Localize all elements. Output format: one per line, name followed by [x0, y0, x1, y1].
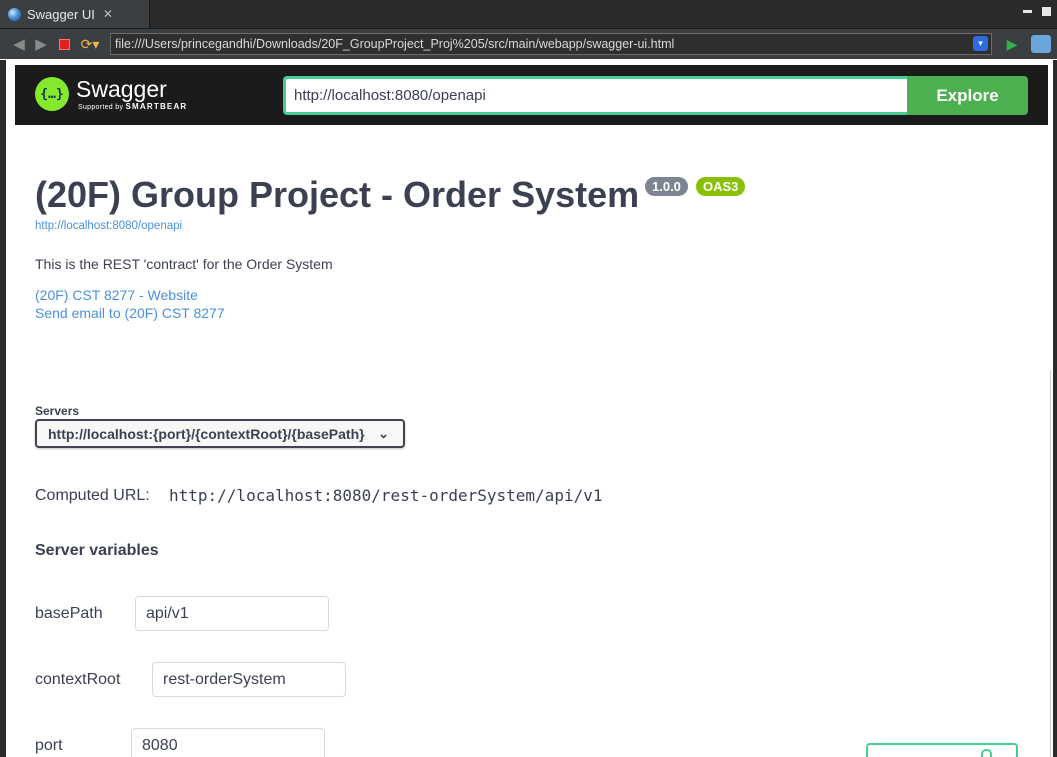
swagger-logo[interactable]: {…} Swagger Supported by SMARTBEAR	[35, 77, 187, 111]
minimize-icon[interactable]	[1023, 10, 1032, 13]
browser-extension-icon[interactable]	[1030, 34, 1052, 54]
go-icon[interactable]: ▶	[1003, 34, 1021, 54]
swagger-logo-tagline: Supported by SMARTBEAR	[78, 102, 187, 111]
api-title: (20F) Group Project - Order System	[35, 174, 640, 215]
port-input[interactable]	[131, 728, 325, 757]
viewport-right-edge	[1053, 60, 1057, 757]
back-arrow-icon[interactable]: ◀	[10, 34, 28, 54]
editor-tab-label: Swagger UI	[27, 6, 95, 22]
swagger-logo-name: Swagger	[76, 76, 167, 102]
api-url-input[interactable]	[283, 76, 907, 115]
logo-supported-by: Supported by	[78, 104, 124, 111]
oas3-badge: OAS3	[696, 177, 746, 196]
servers-select[interactable]: http://localhost:{port}/{contextRoot}/{b…	[35, 419, 405, 448]
server-variable-name-port: port	[35, 737, 63, 754]
forward-arrow-icon[interactable]: ▶	[32, 34, 50, 54]
window-controls	[1023, 4, 1051, 16]
authorize-button[interactable]	[866, 743, 1018, 757]
url-history-dropdown-icon[interactable]: ▾	[973, 36, 988, 51]
swagger-topbar: {…} Swagger Supported by SMARTBEAR Explo…	[15, 65, 1048, 125]
swagger-logo-icon: {…}	[35, 77, 69, 111]
refresh-icon[interactable]: ⟳▾	[78, 34, 102, 54]
version-badge: 1.0.0	[645, 177, 688, 196]
explore-form: Explore	[283, 76, 1028, 115]
computed-url-label: Computed URL:	[35, 487, 150, 504]
servers-label: Servers	[35, 404, 80, 418]
explore-button[interactable]: Explore	[907, 76, 1028, 115]
website-link[interactable]: (20F) CST 8277 - Website	[35, 287, 198, 303]
viewport-left-edge	[0, 60, 6, 757]
contact-email-link[interactable]: Send email to (20F) CST 8277	[35, 305, 225, 321]
server-variables-heading: Server variables	[35, 542, 159, 559]
chevron-down-icon: ⌄	[378, 426, 389, 441]
stop-icon[interactable]	[58, 34, 70, 54]
api-description: This is the REST 'contract' for the Orde…	[35, 256, 333, 272]
basepath-input[interactable]	[135, 596, 329, 631]
servers-select-value: http://localhost:{port}/{contextRoot}/{b…	[48, 425, 365, 442]
scrollbar[interactable]	[1050, 370, 1051, 757]
browser-toolbar: ◀ ▶ ⟳▾ file:///Users/princegandhi/Downlo…	[0, 29, 1057, 59]
browser-url-text: file:///Users/princegandhi/Downloads/20F…	[115, 37, 675, 51]
contextroot-input[interactable]	[152, 662, 346, 697]
server-variable-name-contextroot: contextRoot	[35, 671, 121, 688]
editor-tab-swagger-ui[interactable]: Swagger UI ✕	[0, 0, 150, 28]
spec-url-link[interactable]: http://localhost:8080/openapi	[35, 220, 182, 232]
server-variable-name-basepath: basePath	[35, 605, 103, 622]
browser-address-bar[interactable]: file:///Users/princegandhi/Downloads/20F…	[110, 33, 992, 55]
editor-tab-bar: Swagger UI ✕	[0, 0, 1057, 29]
lock-icon	[981, 749, 992, 757]
logo-company: SMARTBEAR	[125, 102, 188, 111]
close-tab-icon[interactable]: ✕	[103, 7, 113, 21]
page-viewport: {…} Swagger Supported by SMARTBEAR Explo…	[0, 60, 1057, 757]
computed-url-value: http://localhost:8080/rest-orderSystem/a…	[169, 486, 603, 505]
globe-icon	[8, 7, 21, 21]
maximize-icon[interactable]	[1042, 7, 1051, 16]
